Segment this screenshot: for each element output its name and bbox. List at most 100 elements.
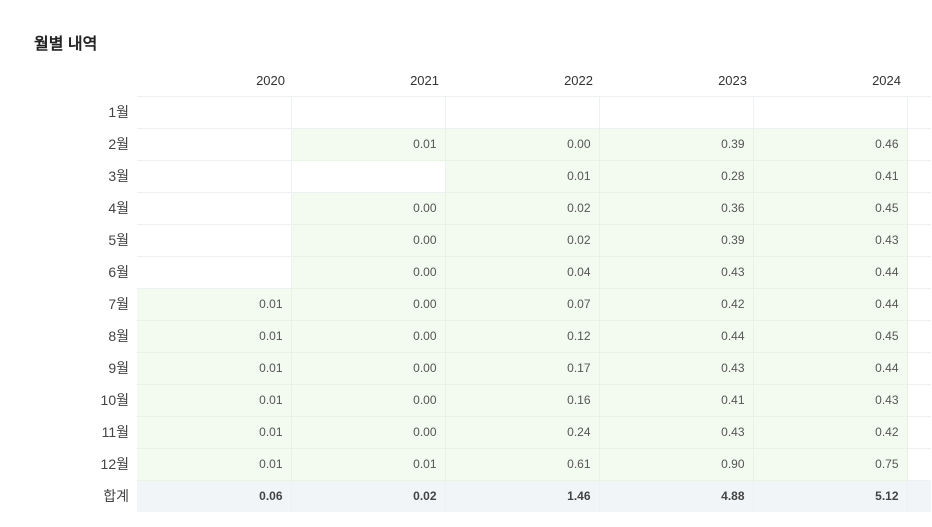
value-cell [599,95,754,129]
trailing-cell [907,384,931,417]
value-cell: 0.02 [445,224,600,257]
month-label: 8월 [108,328,129,344]
month-label: 12월 [100,456,129,472]
value-cell: 0.24 [445,416,600,449]
month-label: 11월 [101,424,129,440]
month-label: 9월 [108,360,129,376]
value-cell: 0.04 [445,256,600,289]
value-cell: 0.36 [599,192,754,225]
table-row: 12월 0.01 0.01 0.61 0.90 0.75 [34,448,931,481]
value-cell: 0.02 [445,192,600,225]
trailing-cell [907,480,931,512]
value-cell: 0.00 [291,384,446,417]
monthly-table: 2020 2021 2022 2023 2024 1월 2월 0.01 0.00 0.3… [34,66,931,512]
value-cell [137,160,292,193]
month-label: 2월 [108,136,129,152]
value-cell [137,224,292,257]
value-cell: 0.00 [291,256,446,289]
value-cell: 0.01 [137,288,292,321]
table-row: 11월 0.01 0.00 0.24 0.43 0.42 [34,416,931,449]
total-value-cell: 5.12 [753,480,908,512]
table-row: 6월 0.00 0.04 0.43 0.44 [34,256,931,289]
month-label: 5월 [108,232,129,248]
table-row: 5월 0.00 0.02 0.39 0.43 [34,224,931,257]
trailing-cell [907,95,931,129]
trailing-cell [907,288,931,321]
trailing-cell [907,448,931,481]
total-value-cell: 1.46 [445,480,600,512]
monthly-breakdown-panel: 월별 내역 2020 2021 2022 2023 2024 1월 2월 0.01 0… [0,0,932,527]
year-header: 2022 [564,73,593,89]
value-cell [753,95,908,129]
year-header: 2023 [718,73,747,89]
value-cell: 0.45 [753,192,908,225]
value-cell [137,95,292,129]
corner-cell [34,66,137,96]
month-label: 6월 [108,264,129,280]
value-cell: 0.43 [599,352,754,385]
value-cell: 0.16 [445,384,600,417]
month-label: 10월 [100,392,129,408]
value-cell: 0.44 [753,288,908,321]
value-cell: 0.43 [753,384,908,417]
value-cell: 0.01 [137,448,292,481]
value-cell: 0.12 [445,320,600,353]
year-header-row: 2020 2021 2022 2023 2024 [34,66,931,96]
month-label: 1월 [108,104,129,120]
table-row: 8월 0.01 0.00 0.12 0.44 0.45 [34,320,931,353]
value-cell: 0.43 [753,224,908,257]
month-label: 4월 [108,200,129,216]
month-label: 7월 [108,296,129,312]
table-row: 10월 0.01 0.00 0.16 0.41 0.43 [34,384,931,417]
value-cell: 0.00 [291,288,446,321]
table-row: 4월 0.00 0.02 0.36 0.45 [34,192,931,225]
table-row: 1월 [34,95,931,129]
year-header: 2024 [872,73,901,89]
total-label: 합계 [103,488,129,504]
trailing-cell [907,224,931,257]
trailing-cell [907,352,931,385]
section-title: 월별 내역 [34,36,98,53]
trailing-cell [907,128,931,161]
year-header: 2020 [256,73,285,89]
value-cell: 0.01 [137,352,292,385]
value-cell [445,95,600,129]
value-cell: 0.44 [753,256,908,289]
value-cell: 0.45 [753,320,908,353]
value-cell [137,192,292,225]
value-cell: 0.42 [753,416,908,449]
value-cell [137,256,292,289]
trailing-cell [907,256,931,289]
value-cell: 0.00 [445,128,600,161]
value-cell: 0.17 [445,352,600,385]
total-row: 합계 0.06 0.02 1.46 4.88 5.12 [34,480,931,512]
value-cell: 0.44 [599,320,754,353]
value-cell: 0.41 [599,384,754,417]
value-cell: 0.01 [137,384,292,417]
value-cell: 0.01 [445,160,600,193]
value-cell: 0.01 [137,320,292,353]
value-cell: 0.90 [599,448,754,481]
value-cell: 0.75 [753,448,908,481]
value-cell: 0.28 [599,160,754,193]
value-cell: 0.01 [137,416,292,449]
value-cell: 0.00 [291,224,446,257]
value-cell: 0.00 [291,416,446,449]
value-cell: 0.42 [599,288,754,321]
value-cell: 0.39 [599,128,754,161]
value-cell [291,95,446,129]
month-label: 3월 [108,168,129,184]
table-row: 2월 0.01 0.00 0.39 0.46 [34,128,931,161]
trailing-cell [907,416,931,449]
value-cell: 0.41 [753,160,908,193]
total-value-cell: 0.02 [291,480,446,512]
total-value-cell: 4.88 [599,480,754,512]
value-cell: 0.61 [445,448,600,481]
year-header: 2021 [410,73,439,89]
value-cell: 0.43 [599,256,754,289]
value-cell: 0.39 [599,224,754,257]
trailing-cell [907,192,931,225]
table-row: 3월 0.01 0.28 0.41 [34,160,931,193]
value-cell: 0.00 [291,192,446,225]
trailing-cell [907,320,931,353]
